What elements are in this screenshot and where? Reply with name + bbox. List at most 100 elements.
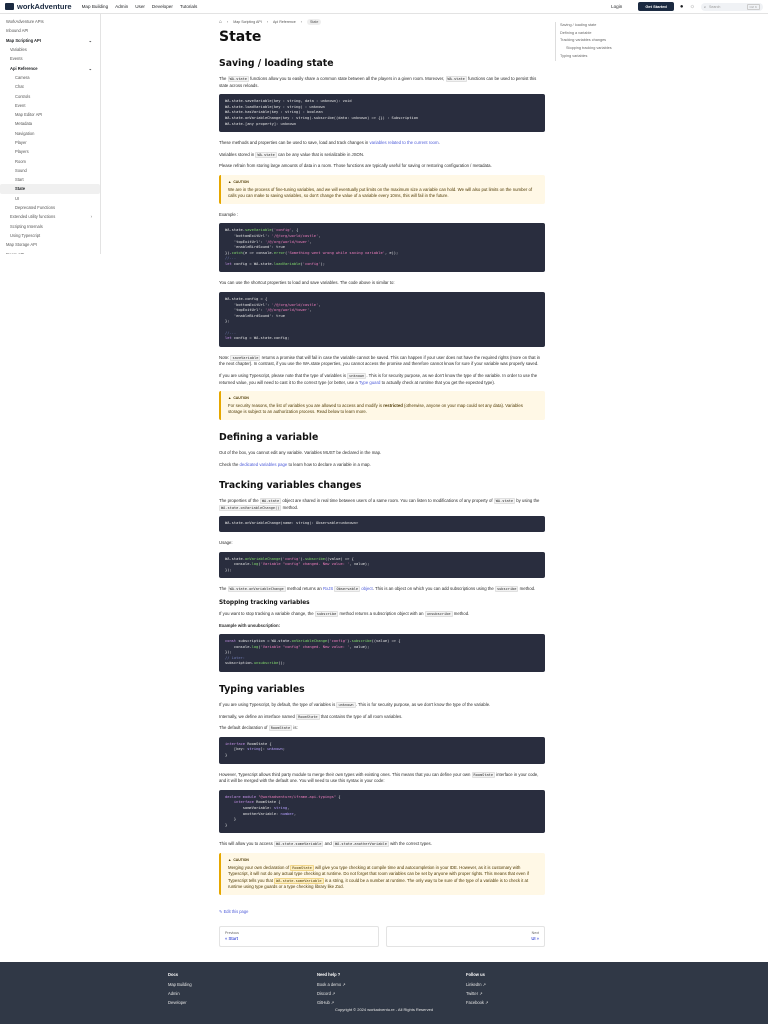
inline-code: WA.state <box>227 76 249 82</box>
footer-link[interactable]: LinkedIn ↗ <box>466 980 489 989</box>
section-heading: Defining a variable <box>219 431 319 443</box>
code-token: error <box>273 250 285 255</box>
code-token: catch <box>231 250 243 255</box>
footer-link[interactable]: GitHub ↗ <box>317 998 346 1007</box>
sidebar-item[interactable]: WorkAdventure APIs <box>0 17 100 26</box>
footer-link[interactable]: Map Building <box>168 980 192 989</box>
text: Variables stored in <box>219 151 256 157</box>
sidebar-item[interactable]: Metadata <box>0 119 100 128</box>
toc-link[interactable]: Typing variables <box>560 53 612 61</box>
footer-link[interactable]: Discord ↗ <box>317 989 346 998</box>
breadcrumb-item[interactable]: Api Reference <box>273 19 296 26</box>
sidebar-item[interactable]: Map Scripting API ⌄ <box>0 36 100 45</box>
toc-link[interactable]: Tracking variables changes <box>560 37 612 45</box>
sidebar-item[interactable]: Room API ⌄ <box>0 249 100 254</box>
warning-icon: ▲ <box>228 857 232 862</box>
inline-code: WA.state <box>445 76 467 82</box>
table-of-contents: Saving / loading state Defining a variabl… <box>555 22 612 61</box>
sidebar-item[interactable]: UI <box>0 194 100 203</box>
admonition-body: We are in the process of fine-tuning var… <box>228 187 538 200</box>
sidebar-item[interactable]: Extended utility functions › <box>0 212 100 221</box>
sidebar-item[interactable]: Room <box>0 156 100 165</box>
code-token: '/@/org/world/castle' <box>271 233 319 238</box>
inline-link[interactable]: RxJS <box>323 586 334 591</box>
edit-page-label: Edit this page <box>223 908 249 914</box>
sidebar-item[interactable]: Variables <box>0 45 100 54</box>
previous-page-button[interactable]: Previous « Start <box>219 925 379 947</box>
section-heading: Saving / loading state <box>219 58 334 69</box>
sidebar-item[interactable]: Start <box>0 175 100 184</box>
caution-admonition: ▲ CAUTION Merging your own declaration of … <box>219 852 545 895</box>
sidebar-item[interactable]: Chat <box>0 82 100 91</box>
code-token: , <box>318 302 321 307</box>
sidebar-item[interactable]: Using Typescript <box>0 231 100 240</box>
sidebar-item[interactable]: State <box>0 184 100 194</box>
next-page-button[interactable]: Next UI » <box>385 925 545 947</box>
text: Out of the box, you cannot edit any vari… <box>219 449 382 455</box>
sidebar-item[interactable]: Players <box>0 147 100 156</box>
search-input[interactable]: ⌕ Search Ctrl K <box>701 2 763 11</box>
sidebar-item[interactable]: Deprecated Functions <box>0 203 100 212</box>
paragraph: Usage: <box>219 540 545 547</box>
code-token: 'Variable "config" changed. New value: ' <box>260 644 350 649</box>
edit-page-link[interactable]: ✎ Edit this page <box>219 909 545 916</box>
inline-link[interactable]: Type guard <box>359 380 381 385</box>
sidebar-item-label: Events <box>10 56 23 62</box>
sidebar-item[interactable]: Inbound API <box>0 26 100 35</box>
section-heading: Typing variables <box>219 684 305 696</box>
nav-map-building[interactable]: Map Building <box>82 4 109 9</box>
sidebar-item[interactable]: Scripting Internals <box>0 222 100 231</box>
code-token: let <box>225 261 232 266</box>
footer-link[interactable]: Twitter ↗ <box>466 989 489 998</box>
chevron-down-icon[interactable]: ⌄ <box>89 66 92 71</box>
text: Usage: <box>219 539 233 545</box>
breadcrumb-separator: › <box>300 19 302 24</box>
sidebar-item[interactable]: Camera <box>0 73 100 82</box>
inline-link[interactable]: dedicated variables page <box>240 462 288 467</box>
chevron-down-icon[interactable]: ⌄ <box>89 252 92 254</box>
code-line: let config = WA.state.loadVariable('conf… <box>225 262 539 268</box>
sidebar-item[interactable]: Sound <box>0 166 100 175</box>
sidebar-item[interactable]: Map Editor API <box>0 110 100 119</box>
github-icon[interactable]: ● <box>680 4 684 10</box>
theme-toggle-icon[interactable]: ☼ <box>690 4 696 10</box>
toc-link[interactable]: Defining a variable <box>560 30 612 38</box>
home-icon[interactable]: ⌂ <box>219 19 222 26</box>
code-token: //... <box>225 256 237 261</box>
sidebar-item-label: Room <box>15 158 26 164</box>
nav-tutorials[interactable]: Tutorials <box>180 4 197 9</box>
toc-link[interactable]: Saving / loading state <box>560 22 612 30</box>
sidebar-item[interactable]: Events <box>0 54 100 63</box>
footer-link[interactable]: Facebook ↗ <box>466 998 489 1007</box>
code-token: loadVariable <box>273 261 301 266</box>
sidebar-item[interactable]: Map Storage API <box>0 240 100 249</box>
sidebar-item[interactable]: Event <box>0 101 100 110</box>
toc-link[interactable]: Stopping tracking variables <box>560 45 612 53</box>
chevron-down-icon[interactable]: ⌄ <box>89 38 92 43</box>
breadcrumb-item[interactable]: Map Scripting API <box>233 19 262 26</box>
footer-link[interactable]: Developer <box>168 998 192 1007</box>
sidebar-item[interactable]: Api Reference ⌄ <box>0 63 100 72</box>
sidebar-item[interactable]: Player <box>0 138 100 147</box>
sidebar-item-label: Player <box>15 140 27 145</box>
sidebar-item[interactable]: Controls <box>0 91 100 100</box>
code-token: 'config' <box>302 261 321 266</box>
login-link[interactable]: Login <box>611 4 622 9</box>
footer-link[interactable]: Admin <box>168 989 192 998</box>
inline-link[interactable]: variables related to the current room <box>370 140 439 145</box>
nav-developer[interactable]: Developer <box>152 4 173 9</box>
next-label: Next <box>531 930 539 935</box>
code-token: onVariableChange <box>244 556 281 561</box>
code-token: 'topExitUrl': <box>225 239 265 244</box>
nav-user[interactable]: User <box>135 4 145 9</box>
inline-link[interactable]: object <box>360 586 372 591</box>
nav-admin[interactable]: Admin <box>115 4 128 9</box>
chevron-right-icon[interactable]: › <box>91 214 92 219</box>
get-started-button[interactable]: Get Started <box>638 2 674 11</box>
sidebar-item-label: Metadata <box>15 121 33 127</box>
code-token: 'config' <box>282 556 301 561</box>
inline-code: WA.state.someVariable <box>274 877 324 884</box>
logo[interactable]: workAdventure <box>5 2 72 11</box>
sidebar-item[interactable]: Navigation <box>0 129 100 138</box>
footer-link[interactable]: Book a demo ↗ <box>317 980 346 989</box>
